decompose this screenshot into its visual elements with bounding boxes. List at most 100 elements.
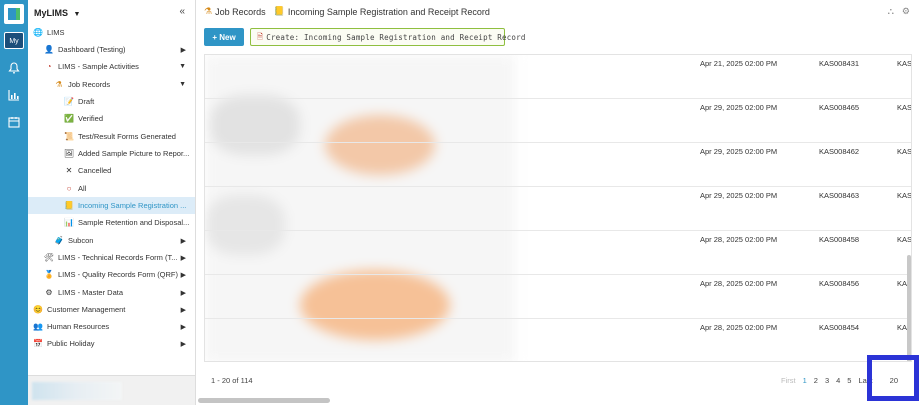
pager-page[interactable]: 1: [803, 376, 807, 385]
sidebar-item-label: Added Sample Picture to Repor...: [78, 149, 190, 158]
pager-page[interactable]: 3: [825, 376, 829, 385]
calendar-icon: 📅: [33, 339, 43, 348]
sidebar-item-incoming-sample[interactable]: 📒 Incoming Sample Registration ...: [28, 197, 195, 214]
blurred-user-info: [32, 382, 122, 400]
pager-page[interactable]: 4: [836, 376, 840, 385]
workspace-switcher[interactable]: MyLIMS ▼: [34, 8, 80, 18]
sidebar-item-quality-records[interactable]: 🏅 LIMS - Quality Records Form (QRF) ▶: [28, 266, 195, 283]
form-icon: 📜: [64, 132, 74, 141]
caret-right-icon: ▶: [180, 271, 186, 279]
subcon-icon: 🧳: [54, 236, 64, 245]
sidebar-item-cancelled[interactable]: ✕ Cancelled: [28, 162, 195, 179]
sidebar-item-label: Subcon: [68, 236, 94, 245]
sidebar-item-label: LIMS - Technical Records Form (T...: [58, 253, 178, 262]
sidebar: MyLIMS ▼ « 🌐 LIMS 👤 Dashboard (Testing) …: [28, 0, 196, 405]
sidebar-item-label: LIMS - Quality Records Form (QRF): [58, 270, 179, 279]
app-rail: My: [0, 0, 28, 405]
sidebar-item-label: Cancelled: [78, 166, 112, 175]
close-icon: ✕: [65, 166, 73, 175]
table-row[interactable]: Apr 28, 2025 02:00 PM KAS008456 KAS: [205, 275, 911, 319]
row-date: Apr 29, 2025 02:00 PM: [700, 191, 778, 200]
caret-right-icon: ▶: [180, 289, 186, 297]
pager-page[interactable]: 2: [814, 376, 818, 385]
new-button[interactable]: + New: [204, 28, 244, 46]
picture-icon: 🖼: [63, 149, 75, 158]
sidebar-item-subcon[interactable]: 🧳 Subcon ▶: [28, 232, 195, 249]
sidebar-item-label: LIMS: [47, 28, 65, 37]
sidebar-item-human-resources[interactable]: 👥 Human Resources ▶: [28, 318, 195, 335]
pager-page[interactable]: 5: [847, 376, 851, 385]
gear-icon: ⚙: [45, 288, 53, 297]
calendar-icon[interactable]: [8, 116, 20, 128]
table-row[interactable]: Apr 29, 2025 02:00 PM KAS008465 KAS: [205, 99, 911, 143]
main-content: ⚗ Job Records 📒 Incoming Sample Registra…: [196, 0, 920, 405]
row-code[interactable]: KAS008458: [819, 235, 859, 244]
table-row[interactable]: Apr 28, 2025 02:00 PM KAS008458 KAS: [205, 231, 911, 275]
globe-icon: 🌐: [33, 28, 43, 37]
row-code[interactable]: KAS008463: [819, 191, 859, 200]
check-icon: ✅: [64, 114, 74, 123]
row-date: Apr 29, 2025 02:00 PM: [700, 103, 778, 112]
row-extra: KAS: [897, 103, 912, 112]
bell-icon[interactable]: [8, 62, 20, 74]
sidebar-item-customer-management[interactable]: 😊 Customer Management ▶: [28, 301, 195, 318]
flask-icon: ⚗: [55, 80, 63, 89]
sidebar-item-label: Draft: [78, 97, 95, 106]
sidebar-item-master-data[interactable]: ⚙ LIMS - Master Data ▶: [28, 284, 195, 301]
sidebar-item-all[interactable]: ○ All: [28, 180, 195, 197]
row-date: Apr 29, 2025 02:00 PM: [700, 147, 778, 156]
org-chart-icon[interactable]: ⛬: [888, 6, 894, 17]
tools-icon: 🛠: [43, 253, 55, 262]
table-row[interactable]: Apr 28, 2025 02:00 PM KAS008454 KAS: [205, 319, 911, 361]
caret-right-icon: ▶: [180, 46, 186, 54]
sidebar-item-dashboard[interactable]: 👤 Dashboard (Testing) ▶: [28, 41, 195, 58]
collapse-sidebar-icon[interactable]: «: [179, 6, 185, 17]
breadcrumb: ⚗ Job Records 📒 Incoming Sample Registra…: [204, 6, 490, 17]
app-logo[interactable]: [4, 4, 24, 24]
pager-info: 1 - 20 of 114: [211, 376, 253, 385]
table-row[interactable]: Apr 21, 2025 02:00 PM KAS008431 KAS: [205, 55, 911, 99]
sidebar-item-job-records[interactable]: ⚗ Job Records ▼: [28, 76, 195, 93]
vertical-scrollbar[interactable]: [907, 255, 911, 361]
gear-icon[interactable]: ⚙: [902, 6, 910, 17]
sidebar-item-label: Dashboard (Testing): [58, 45, 126, 54]
sidebar-item-label: Verified: [78, 114, 104, 123]
sidebar-item-sample-retention[interactable]: 📊 Sample Retention and Disposal...: [28, 214, 195, 231]
create-record-button[interactable]: 🗎 Create: Incoming Sample Registration a…: [250, 28, 525, 46]
sidebar-item-sample-activities[interactable]: ◔ LIMS - Sample Activities ▼: [28, 58, 195, 75]
sidebar-item-draft[interactable]: 📝 Draft: [28, 93, 195, 110]
horizontal-scrollbar[interactable]: [198, 398, 330, 403]
pager-first[interactable]: First: [781, 376, 796, 385]
row-date: Apr 28, 2025 02:00 PM: [700, 235, 778, 244]
row-code[interactable]: KAS008462: [819, 147, 859, 156]
caret-right-icon: ▶: [180, 306, 186, 314]
table-row[interactable]: Apr 29, 2025 02:00 PM KAS008463 KAS: [205, 187, 911, 231]
row-code[interactable]: KAS008431: [819, 59, 859, 68]
caret-right-icon: ▶: [180, 254, 186, 262]
sidebar-item-forms-generated[interactable]: 📜 Test/Result Forms Generated: [28, 128, 195, 145]
bar-chart-icon[interactable]: [8, 89, 20, 101]
sidebar-item-sample-picture[interactable]: 🖼 Added Sample Picture to Repor...: [28, 145, 195, 162]
row-code[interactable]: KAS008454: [819, 323, 859, 332]
header-actions: ⛬ ⚙: [888, 6, 910, 17]
sidebar-item-lims[interactable]: 🌐 LIMS: [28, 24, 195, 41]
row-extra: KAS: [897, 147, 912, 156]
row-code[interactable]: KAS008465: [819, 103, 859, 112]
sidebar-item-public-holiday[interactable]: 📅 Public Holiday ▶: [28, 335, 195, 352]
highlight-box: [867, 355, 919, 401]
sidebar-item-verified[interactable]: ✅ Verified: [28, 110, 195, 127]
breadcrumb-parent[interactable]: Job Records: [215, 7, 266, 17]
sidebar-item-technical-records[interactable]: 🛠 LIMS - Technical Records Form (T... ▶: [28, 249, 195, 266]
smile-icon: 😊: [33, 305, 43, 314]
chart-icon: 📊: [64, 218, 74, 227]
user-profile-area[interactable]: [28, 375, 195, 405]
row-code[interactable]: KAS008456: [819, 279, 859, 288]
row-extra: KAS: [897, 59, 912, 68]
my-button[interactable]: My: [4, 32, 24, 49]
form-icon: 🗎: [257, 31, 264, 41]
caret-right-icon: ▶: [180, 237, 186, 245]
sidebar-item-label: Human Resources: [47, 322, 110, 331]
sidebar-item-label: Job Records: [68, 80, 111, 89]
table-row[interactable]: Apr 29, 2025 02:00 PM KAS008462 KAS: [205, 143, 911, 187]
caret-down-icon: ▼: [179, 81, 186, 88]
